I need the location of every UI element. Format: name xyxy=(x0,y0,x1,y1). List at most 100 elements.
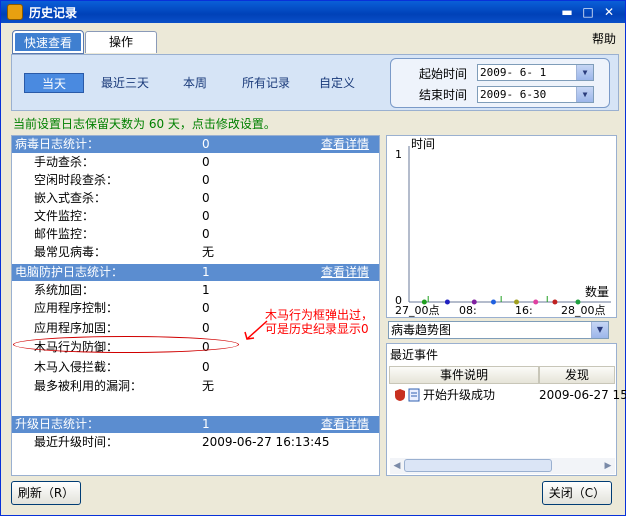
range-this-week[interactable]: 本周 xyxy=(170,73,220,93)
recent-events-title: 最近事件 xyxy=(390,348,439,362)
title-bar[interactable]: 历史记录 ▬ □ ✕ xyxy=(1,1,625,23)
maximize-icon[interactable]: □ xyxy=(579,4,597,20)
stat-value: 2009-06-27 16:13:45 xyxy=(202,435,330,449)
protect-log-details-link[interactable]: 查看详情 xyxy=(321,264,369,281)
section-value: 1 xyxy=(202,265,210,279)
column-header-found[interactable]: 发现 xyxy=(539,366,615,384)
stat-row: 嵌入式查杀： 0 xyxy=(12,189,379,207)
data-point xyxy=(552,299,558,305)
log-statistics-panel: 病毒日志统计： 0 查看详情 手动查杀： 0 空闲时段查杀： 0 嵌入式查杀： 0 文… xyxy=(11,135,380,476)
refresh-button[interactable]: 刷新（R） xyxy=(11,481,81,505)
stat-row: 手动查杀： 0 xyxy=(12,153,379,171)
scroll-left-icon[interactable]: ◀ xyxy=(390,458,404,474)
range-all-records[interactable]: 所有记录 xyxy=(234,73,298,93)
start-date-value: 2009- 6- 1 xyxy=(480,66,547,79)
upgrade-log-header: 升级日志统计： 1 查看详情 xyxy=(12,416,379,433)
stat-label: 最近升级时间： xyxy=(34,435,119,449)
stat-value: 0 xyxy=(202,321,210,335)
highlight-ellipse xyxy=(13,336,239,353)
x-tick-label: 08: xyxy=(459,304,477,317)
x-axis-label: 数量 xyxy=(585,284,609,299)
stat-label: 空闲时段查杀： xyxy=(34,173,119,187)
range-custom[interactable]: 自定义 xyxy=(312,73,362,93)
chevron-down-icon[interactable]: ▼ xyxy=(591,322,608,338)
chevron-down-icon[interactable]: ▼ xyxy=(576,65,593,80)
stat-label: 最多被利用的漏洞： xyxy=(34,379,143,393)
scroll-right-icon[interactable]: ▶ xyxy=(601,458,615,474)
section-value: 0 xyxy=(202,137,210,151)
annotation-note: 木马行为框弹出过， 可是历史纪录显示0 xyxy=(265,308,373,336)
stat-row: 系统加固： 1 xyxy=(12,281,379,299)
help-link[interactable]: 帮助 xyxy=(592,30,616,47)
stat-label: 系统加固： xyxy=(34,283,95,297)
close-button[interactable]: 关闭（C） xyxy=(542,481,612,505)
start-date-label: 起始时间 xyxy=(419,67,468,81)
stat-label: 木马入侵拦截： xyxy=(34,360,119,374)
stat-row: 空闲时段查杀： 0 xyxy=(12,171,379,189)
upgrade-log-details-link[interactable]: 查看详情 xyxy=(321,416,369,433)
stat-label: 手动查杀： xyxy=(34,155,95,169)
chart-type-value: 病毒趋势图 xyxy=(391,323,452,337)
event-time: 2009-06-27 15 xyxy=(539,388,626,402)
y-tick-label: 1 xyxy=(395,148,402,161)
tab-operations[interactable]: 操作 xyxy=(85,31,157,53)
annotation-line: 可是历史纪录显示0 xyxy=(265,322,369,336)
event-description: 开始升级成功 xyxy=(423,388,496,402)
stat-value: 0 xyxy=(202,227,210,241)
virus-log-details-link[interactable]: 查看详情 xyxy=(321,136,369,153)
close-icon[interactable]: ✕ xyxy=(600,4,618,20)
event-row[interactable]: 开始升级成功 2009-06-27 15 xyxy=(391,386,626,404)
stat-value: 0 xyxy=(202,209,210,223)
data-point xyxy=(421,299,427,305)
stat-value: 0 xyxy=(202,155,210,169)
stat-value: 0 xyxy=(202,301,210,315)
start-date-select[interactable]: 2009- 6- 1 ▼ xyxy=(477,64,594,81)
range-today[interactable]: 当天 xyxy=(24,73,84,93)
data-point xyxy=(490,299,496,305)
column-header-description[interactable]: 事件说明 xyxy=(389,366,539,384)
annotation-line: 木马行为框弹出过， xyxy=(265,308,374,322)
scrollbar-thumb[interactable] xyxy=(404,459,552,472)
data-point xyxy=(514,299,520,305)
recent-events-panel: 最近事件 事件说明 发现 开始升级成功 2009-06-27 15 ◀ ▶ xyxy=(386,343,626,476)
range-last-three-days[interactable]: 最近三天 xyxy=(94,73,156,93)
stat-value: 0 xyxy=(202,360,210,374)
history-window: 历史记录 ▬ □ ✕ 帮助 快速查看 操作 当天 最近三天 本周 所有记录 自定… xyxy=(0,0,626,516)
chevron-down-icon[interactable]: ▼ xyxy=(576,87,593,102)
trend-chart: 时间 1 0 数量 27_00点 08: 16: 28_00点 xyxy=(395,137,611,317)
data-point xyxy=(575,299,581,305)
section-title: 升级日志统计： xyxy=(15,417,100,431)
stat-value: 无 xyxy=(202,379,215,393)
event-shield-icon xyxy=(395,388,420,402)
stat-row: 文件监控： 0 xyxy=(12,207,379,225)
minimize-icon[interactable]: ▬ xyxy=(558,4,576,20)
chart-type-select[interactable]: 病毒趋势图 ▼ xyxy=(388,321,609,339)
x-tick-label: 28_00点 xyxy=(561,304,606,317)
x-tick-label: 16: xyxy=(515,304,533,317)
stat-label: 最常见病毒： xyxy=(34,245,107,259)
stat-row: 最多被利用的漏洞： 无 xyxy=(12,377,379,395)
range-filter-bar: 当天 最近三天 本周 所有记录 自定义 起始时间 2009- 6- 1 ▼ 结束… xyxy=(11,54,619,111)
stat-value: 1 xyxy=(202,283,210,297)
stat-value: 无 xyxy=(202,245,215,259)
data-point xyxy=(444,299,450,305)
end-date-label: 结束时间 xyxy=(419,88,468,102)
stat-label: 文件监控： xyxy=(34,209,95,223)
protect-log-header: 电脑防护日志统计： 1 查看详情 xyxy=(12,264,379,281)
tab-quick-view[interactable]: 快速查看 xyxy=(12,30,84,54)
y-axis-label: 时间 xyxy=(411,137,435,151)
section-value: 1 xyxy=(202,417,210,431)
stat-label: 应用程序加固： xyxy=(34,321,119,335)
end-date-value: 2009- 6-30 xyxy=(480,88,547,101)
stat-label: 邮件监控： xyxy=(34,227,95,241)
virus-log-header: 病毒日志统计： 0 查看详情 xyxy=(12,136,379,153)
data-point xyxy=(533,299,539,305)
app-icon xyxy=(7,4,23,20)
section-title: 病毒日志统计： xyxy=(15,137,100,151)
retention-notice-link[interactable]: 当前设置日志保留天数为 60 天，点击修改设置。 xyxy=(13,115,276,132)
date-range-box: 起始时间 2009- 6- 1 ▼ 结束时间 2009- 6-30 ▼ xyxy=(390,58,610,108)
window-title: 历史记录 xyxy=(29,6,78,20)
stat-label: 应用程序控制： xyxy=(34,301,119,315)
end-date-select[interactable]: 2009- 6-30 ▼ xyxy=(477,86,594,103)
horizontal-scrollbar[interactable]: ◀ ▶ xyxy=(390,458,615,474)
